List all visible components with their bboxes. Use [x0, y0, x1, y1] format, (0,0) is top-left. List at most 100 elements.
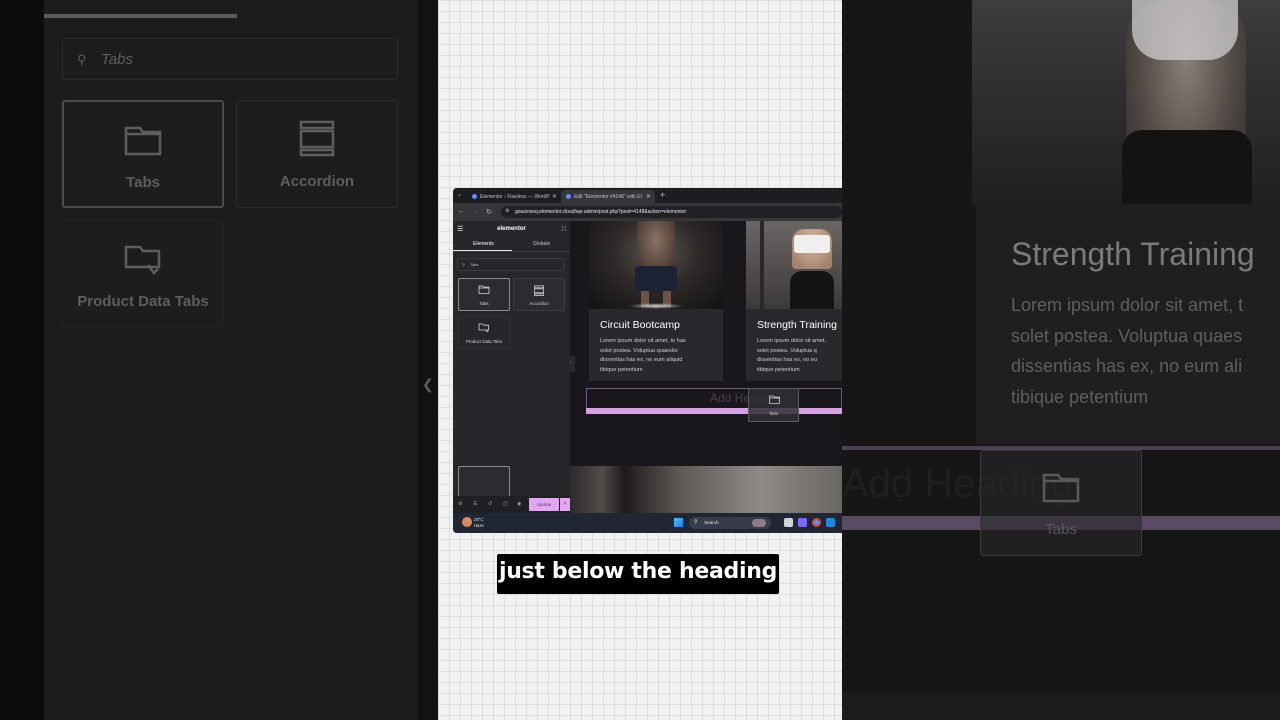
- folder-tab-icon: [769, 395, 780, 404]
- accordion-icon: [299, 120, 335, 157]
- chrome-icon[interactable]: [812, 518, 821, 527]
- back-arrow-icon[interactable]: ←: [458, 208, 465, 215]
- site-info-icon[interactable]: ⚙: [505, 208, 509, 214]
- taskbar-search[interactable]: ⚲ Search: [689, 517, 771, 529]
- settings-gear-icon[interactable]: ⚙: [458, 501, 462, 507]
- windows-start-icon[interactable]: [674, 518, 683, 527]
- program-card[interactable]: Circuit Bootcamp Lorem ipsum dolor sit a…: [589, 221, 723, 381]
- app-icon[interactable]: [826, 518, 835, 527]
- product-tabs-icon: [478, 323, 489, 333]
- zoomed-tab-underline: [44, 14, 237, 18]
- preview-eye-icon[interactable]: ◉: [517, 501, 521, 507]
- chat-app-icon[interactable]: [798, 518, 807, 527]
- navigator-layers-icon[interactable]: ☰: [473, 501, 477, 507]
- elementor-favicon-icon: [566, 194, 571, 199]
- elementor-panel: ☰ elementor ∷ Elements Globals ⚲ Tabs Ta…: [453, 221, 570, 513]
- active-tab-underline: [453, 250, 512, 251]
- responsive-mode-icon[interactable]: ◫: [503, 501, 508, 507]
- browser-tab-bar: ⌄ Elementor › Flawless — WordP ✕ Edit "E…: [453, 188, 842, 203]
- zoomed-widget-accordion: Accordion: [236, 100, 398, 208]
- editor-preview-canvas[interactable]: ‹ Circuit Bootcamp Lorem ipsum dolor sit…: [570, 221, 842, 513]
- folder-tab-icon: [1042, 473, 1080, 503]
- zoomed-bottom-strip: [842, 692, 1280, 720]
- zoomed-widget-label: Product Data Tabs: [77, 293, 209, 310]
- history-icon[interactable]: ↺: [488, 501, 492, 507]
- folder-tab-icon: [124, 126, 162, 156]
- dragged-widget-label: Tabs: [768, 411, 779, 416]
- weather-condition: Haze: [474, 522, 484, 528]
- folder-tab-icon: [478, 285, 490, 294]
- zoomed-search-field: ⚲ Tabs: [62, 38, 398, 80]
- browser-toolbar: ← → ↻ ⚙ gouizoxeq.elementor.cloud/wp-adm…: [453, 203, 842, 221]
- card-image-athlete: [589, 221, 723, 309]
- reload-icon[interactable]: ↻: [486, 208, 492, 216]
- gym-rack: [760, 221, 764, 309]
- zoomed-widget-label: Accordion: [279, 173, 355, 190]
- new-tab-button[interactable]: +: [660, 190, 665, 200]
- forward-arrow-icon[interactable]: →: [472, 208, 479, 215]
- widget-card-product-data-tabs[interactable]: Product Data Tabs: [458, 316, 510, 349]
- weather-icon[interactable]: [462, 517, 472, 527]
- task-view-icon[interactable]: [784, 518, 793, 527]
- card-title: Circuit Bootcamp: [600, 319, 680, 331]
- athlete-shorts: [635, 266, 677, 292]
- athlete-torso: [637, 221, 675, 271]
- zoomed-athlete-shorts: [1122, 130, 1252, 205]
- close-icon[interactable]: ✕: [552, 193, 557, 200]
- tab-search-icon[interactable]: ⌄: [457, 191, 462, 198]
- widget-label: Product Data Tabs: [465, 339, 503, 344]
- center-grid-frame: ⌄ Elementor › Flawless — WordP ✕ Edit "E…: [438, 0, 842, 720]
- caption-text: just below the heading: [498, 559, 778, 584]
- zoomed-athlete-top: [1132, 0, 1238, 60]
- video-frame: ⚲ Tabs Tabs Accordion Product Data Tabs …: [0, 0, 1280, 720]
- card-body: Lorem ipsum dolor sit amet, solet postea…: [757, 338, 827, 373]
- zoomed-search-text: Tabs: [101, 51, 133, 68]
- zoomed-drag-label: Tabs: [1045, 521, 1077, 538]
- widgets-grid-icon[interactable]: ∷: [562, 225, 566, 233]
- tab-divider: [453, 251, 570, 252]
- widget-search-value: Tabs: [470, 262, 479, 267]
- subtitle-caption: just below the heading: [497, 554, 779, 594]
- widget-label: Tabs: [479, 301, 489, 306]
- tab-globals[interactable]: Globals: [533, 241, 550, 247]
- zoomed-widget-product-data-tabs: Product Data Tabs: [62, 220, 224, 328]
- collapse-chevron-icon: ❮: [422, 376, 434, 392]
- windows-taskbar: 28°C Haze ⚲ Search: [453, 513, 842, 533]
- weather-text: 28°C Haze: [474, 517, 484, 528]
- taskbar-search-label: Search: [704, 520, 719, 525]
- zoomed-dragged-widget: Tabs: [980, 450, 1142, 556]
- widget-card-tabs[interactable]: [458, 466, 510, 499]
- address-url: gouizoxeq.elementor.cloud/wp-admin/post.…: [515, 209, 687, 215]
- card-body: Lorem ipsum dolor sit amet, te has solet…: [600, 338, 686, 373]
- widget-card-accordion[interactable]: Accordion: [513, 278, 565, 311]
- weather-temperature: 28°C: [474, 517, 484, 522]
- browser-tab-wordpress[interactable]: Elementor › Flawless — WordP ✕: [467, 190, 561, 203]
- floor-light: [629, 303, 683, 309]
- product-tabs-icon: [124, 245, 161, 275]
- wordpress-favicon-icon: [472, 194, 477, 199]
- update-button[interactable]: Update: [529, 498, 559, 511]
- tab-elements[interactable]: Elements: [473, 241, 494, 247]
- search-icon: ⚲: [462, 262, 465, 267]
- search-icon: ⚲: [694, 519, 698, 525]
- zoomed-background-right: Strength Training Lorem ipsum dolor sit …: [842, 0, 1280, 720]
- browser-tab-label: Elementor › Flawless — WordP: [480, 194, 550, 200]
- zoomed-widget-tabs: Tabs: [62, 100, 224, 208]
- browser-tab-editor[interactable]: Edit "Elementor #4148" with El ✕: [561, 190, 655, 203]
- browser-tab-label: Edit "Elementor #4148" with El: [574, 194, 642, 200]
- drop-indicator: [586, 408, 842, 414]
- accordion-icon: [534, 285, 544, 296]
- widget-search-input[interactable]: ⚲ Tabs: [457, 258, 564, 271]
- update-options-chevron-icon[interactable]: ˄: [560, 498, 570, 511]
- widget-card-tabs-active[interactable]: Tabs: [458, 278, 510, 311]
- widget-label: Accordion: [529, 301, 549, 306]
- dragged-widget[interactable]: Tabs: [748, 388, 799, 422]
- zoomed-panel-divider: [418, 0, 438, 720]
- program-card[interactable]: Strength Training Lorem ipsum dolor sit …: [746, 221, 842, 381]
- zoomed-background-left: ⚲ Tabs Tabs Accordion Product Data Tabs …: [0, 0, 438, 720]
- elementor-logo: elementor: [497, 226, 526, 232]
- close-icon[interactable]: ✕: [646, 193, 651, 200]
- lower-section-image: [570, 466, 842, 513]
- panel-collapse-chevron-icon[interactable]: ‹: [570, 356, 575, 372]
- zoomed-widget-label: Tabs: [126, 174, 160, 191]
